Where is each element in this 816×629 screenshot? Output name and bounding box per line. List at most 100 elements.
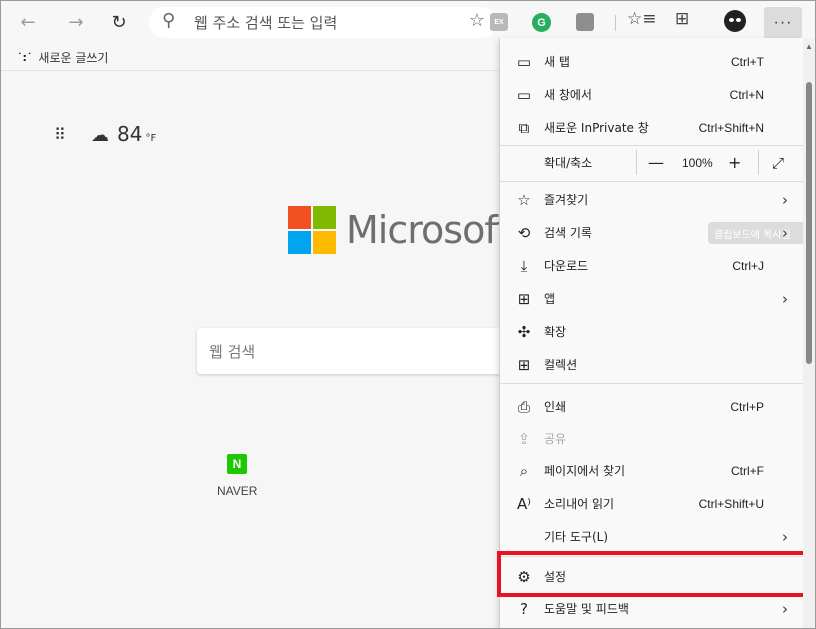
menu-item-collections[interactable]: ⊞ 컬렉션 <box>500 348 804 381</box>
menu-item-label: 즐겨찾기 <box>544 193 589 207</box>
menu-item-print[interactable]: ⎙ 인쇄 Ctrl+P <box>500 390 804 423</box>
forward-icon[interactable]: → <box>61 7 91 37</box>
search-icon: ⚲ <box>162 10 176 31</box>
naver-icon: N <box>227 454 247 474</box>
menu-item-find[interactable]: ⌕ 페이지에서 찾기 Ctrl+F <box>500 454 804 487</box>
chevron-right-icon: › <box>782 527 788 546</box>
menu-item-label: 소리내어 읽기 <box>544 497 615 511</box>
menu-item-zoom: 확대/축소 — 100% + ⤢ <box>500 146 804 179</box>
temperature: 84 <box>117 122 143 146</box>
new-tab-icon: ▭ <box>516 52 532 71</box>
settings-and-more-button[interactable]: ··· <box>764 7 802 39</box>
menu-item-label: 컬렉션 <box>544 358 578 372</box>
vertical-scrollbar[interactable]: ▲ <box>803 38 815 628</box>
menu-item-label: 인쇄 <box>544 400 567 414</box>
menu-item-label: 기타 도구(L) <box>544 530 609 544</box>
cloud-icon: ☁ <box>91 125 109 146</box>
extension-puzzle-icon[interactable] <box>576 13 594 31</box>
toolbar-divider <box>615 15 616 31</box>
favorites-icon: ☆ <box>517 190 531 209</box>
menu-item-label: 도움말 및 피드백 <box>544 602 629 616</box>
zoom-level: 100% <box>682 155 713 170</box>
menu-divider <box>500 181 804 182</box>
inprivate-icon: ⧉ <box>518 118 530 137</box>
favorite-site-icon: ˙:˙ <box>17 51 33 64</box>
new-window-icon: ▭ <box>516 85 532 104</box>
collections-icon: ⊞ <box>517 355 531 374</box>
puzzle-icon: ✣ <box>517 322 531 341</box>
menu-item-downloads[interactable]: ⤓ 다운로드 Ctrl+J <box>500 249 804 282</box>
fullscreen-icon[interactable]: ⤢ <box>772 154 784 172</box>
menu-item-read-aloud[interactable]: A⁾ 소리내어 읽기 Ctrl+Shift+U <box>500 487 804 520</box>
menu-item-shortcut: Ctrl+J <box>732 258 764 273</box>
extension-ex-icon[interactable]: EX <box>490 13 508 31</box>
favorite-new-post[interactable]: ˙:˙ 새로운 글쓰기 <box>17 49 108 66</box>
favorite-new-post-label: 새로운 글쓰기 <box>38 51 109 65</box>
add-favorite-icon[interactable]: ☆ <box>469 10 485 31</box>
menu-item-new-window[interactable]: ▭ 새 창에서 Ctrl+N <box>500 78 804 111</box>
menu-item-label: 페이지에서 찾기 <box>544 464 626 478</box>
menu-item-new-tab[interactable]: ▭ 새 탭 Ctrl+T <box>500 45 804 78</box>
share-icon: ⇪ <box>517 429 531 448</box>
menu-item-shortcut: Ctrl+Shift+N <box>698 120 764 135</box>
history-icon: ⟲ <box>517 223 531 242</box>
back-icon[interactable]: ← <box>13 7 43 37</box>
read-aloud-icon: A⁾ <box>517 494 531 513</box>
zoom-label: 확대/축소 <box>544 156 593 170</box>
zoom-divider <box>636 150 637 175</box>
menu-item-label: 새 창에서 <box>544 88 592 102</box>
microsoft-wordmark: Microsoft <box>346 208 511 252</box>
menu-item-share: ⇪ 공유 <box>500 422 804 455</box>
browser-window: ← → ↻ ⚲ 웹 주소 검색 또는 입력 ☆ EX G ☆≡ ⊞ ··· ˙:… <box>0 0 816 629</box>
quick-link-label: NAVER <box>217 484 258 498</box>
quick-link-naver[interactable]: N NAVER <box>217 454 257 498</box>
chevron-right-icon: › <box>782 223 788 242</box>
menu-item-more-tools[interactable]: 기타 도구(L) › <box>500 520 804 553</box>
address-placeholder: 웹 주소 검색 또는 입력 <box>194 14 338 32</box>
menu-item-shortcut: Ctrl+F <box>731 463 764 478</box>
menu-item-apps[interactable]: ⊞ 앱 › <box>500 282 804 315</box>
download-icon: ⤓ <box>520 256 528 275</box>
zoom-in-button[interactable]: + <box>728 153 741 172</box>
web-search-input[interactable]: 웹 검색 <box>197 328 527 374</box>
settings-highlight-box <box>497 551 808 597</box>
copied-tooltip: 클립보드에 복사됨 <box>708 222 812 244</box>
menu-item-shortcut: Ctrl+T <box>731 54 764 69</box>
menu-item-favorites[interactable]: ☆ 즐겨찾기 › <box>500 183 804 216</box>
menu-item-label: 새 탭 <box>544 55 570 69</box>
profile-avatar[interactable] <box>724 10 746 32</box>
zoom-out-button[interactable]: — <box>648 153 664 172</box>
scrollbar-thumb[interactable] <box>806 82 812 364</box>
refresh-icon[interactable]: ↻ <box>104 7 134 37</box>
printer-icon: ⎙ <box>517 397 530 416</box>
address-bar[interactable]: ⚲ 웹 주소 검색 또는 입력 ☆ <box>149 7 497 38</box>
chevron-right-icon: › <box>782 599 788 618</box>
menu-item-label: 새로운 InPrivate 창 <box>544 121 649 135</box>
scroll-up-icon[interactable]: ▲ <box>805 42 813 51</box>
menu-item-inprivate[interactable]: ⧉ 새로운 InPrivate 창 Ctrl+Shift+N <box>500 111 804 144</box>
chevron-right-icon: › <box>782 289 788 308</box>
grammarly-extension-icon[interactable]: G <box>532 13 551 32</box>
help-icon: ? <box>520 599 528 618</box>
menu-item-label: 다운로드 <box>544 259 589 273</box>
temperature-unit: °F <box>145 133 157 144</box>
menu-item-shortcut: Ctrl+P <box>730 399 764 414</box>
menu-item-label: 검색 기록 <box>544 226 592 240</box>
zoom-divider <box>758 150 759 175</box>
find-on-page-icon: ⌕ <box>519 461 529 480</box>
microsoft-logo <box>288 206 336 254</box>
settings-and-more-menu: ▭ 새 탭 Ctrl+T ▭ 새 창에서 Ctrl+N ⧉ 새로운 InPriv… <box>499 38 812 628</box>
favorites-bar-icon[interactable]: ☆≡ <box>627 9 656 29</box>
weather-widget[interactable]: ☁ 84 °F <box>91 122 156 146</box>
menu-item-label: 앱 <box>544 292 556 306</box>
menu-item-extensions[interactable]: ✣ 확장 <box>500 315 804 348</box>
menu-item-history[interactable]: ⟲ 검색 기록 클립보드에 복사됨 › <box>500 216 812 249</box>
web-search-placeholder: 웹 검색 <box>209 343 256 361</box>
menu-item-shortcut: Ctrl+N <box>729 87 764 102</box>
app-launcher-icon[interactable]: ⠿ <box>54 125 66 144</box>
chevron-right-icon: › <box>782 190 788 209</box>
menu-item-label: 공유 <box>544 432 567 446</box>
apps-icon: ⊞ <box>517 289 531 308</box>
menu-divider <box>500 383 804 384</box>
collections-icon[interactable]: ⊞ <box>675 9 689 29</box>
